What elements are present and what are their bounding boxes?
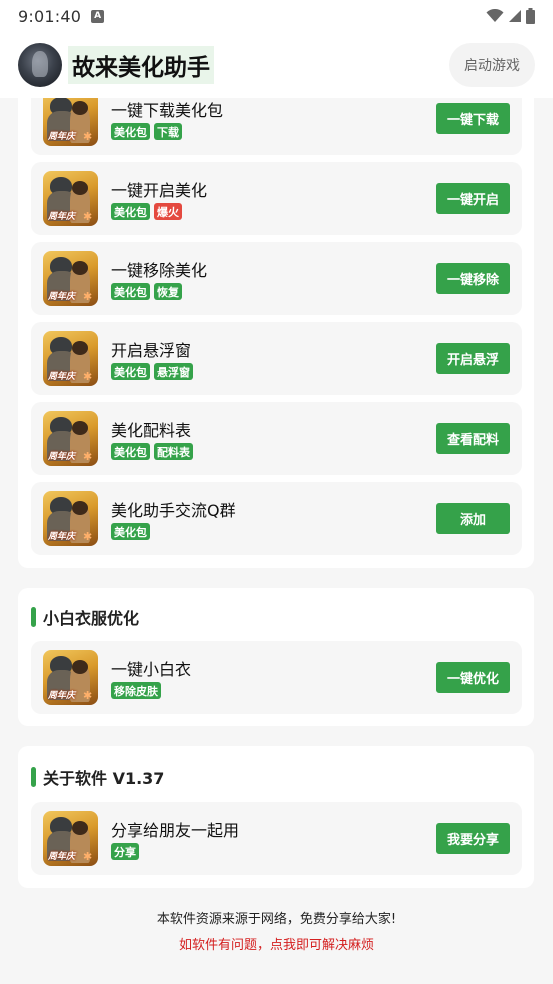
status-badge: 美化包 (111, 283, 150, 300)
app-title: 故来美化助手 (68, 46, 214, 84)
status-badge: 恢复 (154, 283, 182, 300)
status-icons (486, 8, 535, 24)
status-bar: 9:01:40 A (0, 0, 553, 32)
game-thumbnail: 周年庆 ✱ (43, 811, 98, 866)
battery-icon (526, 8, 535, 24)
badge-group: 分享 (111, 843, 139, 860)
notification-a-icon: A (91, 9, 105, 23)
section-title-about: 关于软件 V1.37 (31, 766, 164, 788)
game-thumbnail: 周年庆 ✱ (43, 251, 98, 306)
action-button[interactable]: 一键优化 (436, 662, 510, 693)
badge-group: 移除皮肤 (111, 682, 161, 699)
signal-icon (509, 10, 521, 22)
thumbnail-label: 周年庆 (48, 292, 76, 302)
status-badge: 下载 (154, 123, 182, 140)
item-title: 美化助手交流Q群 (111, 501, 236, 520)
action-button[interactable]: 一键移除 (436, 263, 510, 294)
star-icon: ✱ (83, 370, 93, 383)
list-item: 周年庆 ✱ 美化配料表美化包 配料表 查看配料 (31, 402, 522, 475)
badge-group: 美化包 爆火 (111, 203, 182, 220)
footer-help-link[interactable]: 如软件有问题，点我即可解决麻烦 (0, 934, 553, 953)
badge-group: 美化包 (111, 523, 150, 540)
status-badge: 美化包 (111, 203, 150, 220)
item-title: 一键小白衣 (111, 660, 192, 679)
avatar[interactable] (18, 43, 62, 87)
thumbnail-label: 周年庆 (48, 132, 76, 142)
game-thumbnail: 周年庆 ✱ (43, 98, 98, 146)
game-thumbnail: 周年庆 ✱ (43, 171, 98, 226)
section-title-white: 小白衣服优化 (31, 606, 139, 628)
badge-group: 美化包 恢复 (111, 283, 182, 300)
section-accent-bar (31, 767, 36, 787)
status-badge: 美化包 (111, 363, 150, 380)
section-accent-bar (31, 607, 36, 627)
list-item: 周年庆 ✱ 美化助手交流Q群 美化包 添加 (31, 482, 522, 555)
item-title: 分享给朋友一起用 (111, 821, 240, 840)
list-item: 周年庆 ✱ 一键下载美化包 美化包 下载 一键下载 (31, 98, 522, 155)
action-button[interactable]: 我要分享 (436, 823, 510, 854)
list-item: 周年庆 ✱ 一键移除美化 美化包 恢复 一键移除 (31, 242, 522, 315)
item-title: 一键下载美化包 (111, 101, 224, 120)
game-thumbnail: 周年庆 ✱ (43, 491, 98, 546)
action-button[interactable]: 一键开启 (436, 183, 510, 214)
action-button[interactable]: 开启悬浮 (436, 343, 510, 374)
status-badge: 分享 (111, 843, 139, 860)
action-button[interactable]: 查看配料 (436, 423, 510, 454)
thumbnail-label: 周年庆 (48, 372, 76, 382)
white-clothes-card: 小白衣服优化 周年庆 ✱ 一键小白衣移除皮肤 一键优化 (18, 588, 534, 726)
status-badge: 美化包 (111, 443, 150, 460)
status-badge: 美化包 (111, 123, 150, 140)
game-thumbnail: 周年庆 ✱ (43, 411, 98, 466)
status-badge: 美化包 (111, 523, 150, 540)
action-button[interactable]: 添加 (436, 503, 510, 534)
thumbnail-label: 周年庆 (48, 852, 76, 862)
footer-disclaimer: 本软件资源来源于网络，免费分享给大家! (156, 912, 397, 927)
beautify-card: 周年庆 ✱ 一键下载美化包 美化包 下载 一键下载 周年庆 ✱ 一键开启美化 美化包 爆火 一键开启周… (18, 98, 534, 568)
list-item: 周年庆 ✱ 开启悬浮窗美化包 悬浮窗 开启悬浮 (31, 322, 522, 395)
section-title-text: 小白衣服优化 (43, 609, 140, 628)
thumbnail-label: 周年庆 (48, 452, 76, 462)
star-icon: ✱ (83, 450, 93, 463)
item-title: 一键开启美化 (111, 181, 208, 200)
section-title-text: 关于软件 V1.37 (43, 769, 165, 788)
star-icon: ✱ (83, 130, 93, 143)
main-scroll-area[interactable]: 周年庆 ✱ 一键下载美化包 美化包 下载 一键下载 周年庆 ✱ 一键开启美化 美化包 爆火 一键开启周… (0, 98, 553, 984)
status-time: 9:01:40 (18, 6, 82, 26)
status-badge: 悬浮窗 (154, 363, 193, 380)
status-badge: 移除皮肤 (111, 682, 161, 699)
badge-group: 美化包 配料表 (111, 443, 193, 460)
status-badge: 配料表 (154, 443, 193, 460)
badge-group: 美化包 下载 (111, 123, 182, 140)
star-icon: ✱ (83, 530, 93, 543)
status-badge: 爆火 (154, 203, 182, 220)
item-title: 美化配料表 (111, 421, 192, 440)
star-icon: ✱ (83, 210, 93, 223)
star-icon: ✱ (83, 689, 93, 702)
item-title: 开启悬浮窗 (111, 341, 192, 360)
launch-game-button[interactable]: 启动游戏 (449, 43, 535, 87)
list-item: 周年庆 ✱ 分享给朋友一起用 分享 我要分享 (31, 802, 522, 875)
item-title: 一键移除美化 (111, 261, 208, 280)
badge-group: 美化包 悬浮窗 (111, 363, 193, 380)
thumbnail-label: 周年庆 (48, 212, 76, 222)
star-icon: ✱ (83, 850, 93, 863)
app-header: 故来美化助手 启动游戏 (0, 32, 553, 98)
wifi-icon (486, 9, 504, 22)
list-item: 周年庆 ✱ 一键开启美化 美化包 爆火 一键开启 (31, 162, 522, 235)
about-card: 关于软件 V1.37 周年庆 ✱ 分享给朋友一起用 分享 我要分享 (18, 746, 534, 888)
action-button[interactable]: 一键下载 (436, 103, 510, 134)
star-icon: ✱ (83, 290, 93, 303)
game-thumbnail: 周年庆 ✱ (43, 331, 98, 386)
thumbnail-label: 周年庆 (48, 532, 76, 542)
thumbnail-label: 周年庆 (48, 691, 76, 701)
game-thumbnail: 周年庆 ✱ (43, 650, 98, 705)
list-item: 周年庆 ✱ 一键小白衣移除皮肤 一键优化 (31, 641, 522, 714)
